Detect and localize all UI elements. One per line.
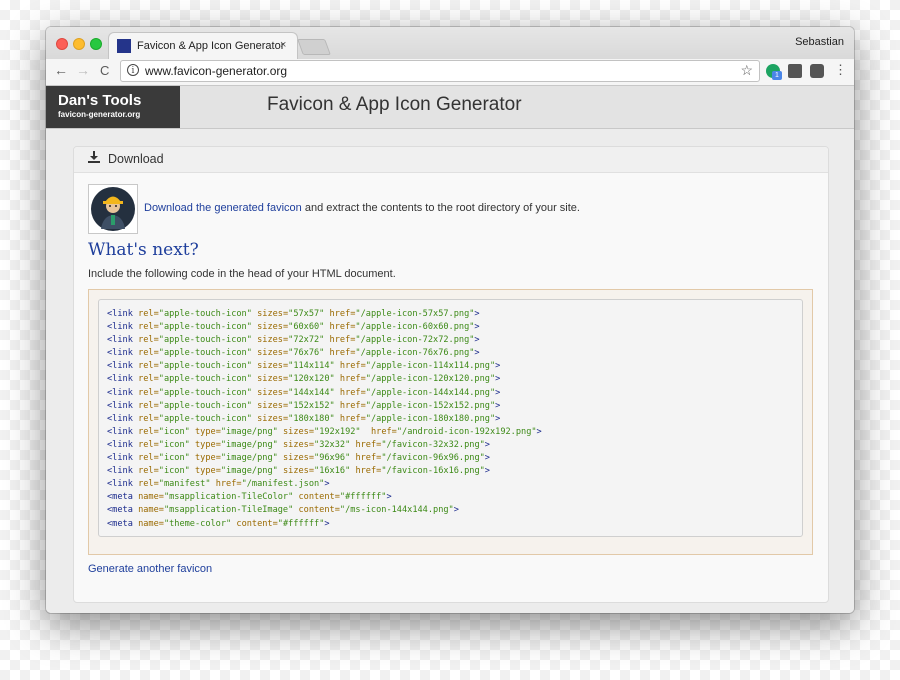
download-icon (88, 151, 100, 166)
site-logo[interactable]: Dan's Tools favicon-generator.org (46, 86, 180, 128)
profile-name[interactable]: Sebastian (795, 36, 844, 48)
code-snippet[interactable]: <link rel="apple-touch-icon" sizes="57x5… (107, 308, 542, 531)
download-favicon-link[interactable]: Download the generated favicon (144, 202, 302, 214)
url-text[interactable]: www.favicon-generator.org (145, 64, 287, 78)
tab-bar: Favicon & App Icon Generator × Sebastian (46, 27, 854, 59)
code-line: <link rel="apple-touch-icon" sizes="57x5… (107, 309, 480, 319)
pocket-extension-icon[interactable] (788, 64, 802, 78)
main-content: Download Download the generated favicon … (46, 129, 854, 613)
forward-icon[interactable]: → (76, 62, 90, 78)
code-line: <link rel="apple-touch-icon" sizes="152x… (107, 400, 501, 411)
avatar-icon (88, 184, 138, 234)
download-instructions: Download the generated favicon and extra… (144, 202, 580, 214)
close-tab-icon[interactable]: × (280, 39, 286, 51)
favicon-icon (117, 39, 131, 53)
zoom-window-button[interactable] (90, 38, 102, 50)
info-icon[interactable]: i (127, 64, 139, 76)
download-instructions-text: and extract the contents to the root dir… (301, 202, 580, 214)
code-line: <link rel="icon" type="image/png" sizes=… (107, 453, 490, 464)
browser-toolbar: ← → C i www.favicon-generator.org ☆ 1 ⋮ (46, 59, 854, 86)
tab-title: Favicon & App Icon Generator (137, 40, 285, 52)
code-line: <meta name="msapplication-TileImage" con… (107, 505, 459, 516)
page-title: Favicon & App Icon Generator (267, 94, 522, 115)
code-line: <link rel="icon" type="image/png" sizes=… (107, 466, 490, 477)
download-panel: Download Download the generated favicon … (73, 146, 829, 603)
close-window-button[interactable] (56, 38, 68, 50)
generate-another-link[interactable]: Generate another favicon (88, 563, 212, 575)
code-line: <link rel="apple-touch-icon" sizes="120x… (107, 374, 501, 385)
back-icon[interactable]: ← (54, 62, 68, 78)
code-line: <link rel="icon" type="image/png" sizes=… (107, 426, 542, 437)
address-bar[interactable]: i www.favicon-generator.org ☆ (120, 60, 760, 82)
code-line: <link rel="apple-touch-icon" sizes="72x7… (107, 335, 480, 346)
tab-favicon-generator[interactable]: Favicon & App Icon Generator × (108, 32, 298, 59)
code-line: <link rel="apple-touch-icon" sizes="76x7… (107, 348, 480, 359)
panel-header-label: Download (108, 152, 164, 166)
minimize-window-button[interactable] (73, 38, 85, 50)
code-line: <link rel="icon" type="image/png" sizes=… (107, 439, 490, 450)
code-line: <meta name="msapplication-TileColor" con… (107, 492, 392, 503)
code-line: <link rel="manifest" href="/manifest.jso… (107, 479, 330, 490)
include-instructions: Include the following code in the head o… (88, 268, 396, 280)
star-icon[interactable]: ☆ (740, 62, 753, 79)
logo-url: favicon-generator.org (58, 110, 141, 119)
logo-name: Dan's Tools (58, 92, 142, 109)
panel-header: Download (74, 147, 828, 173)
code-line: <link rel="apple-touch-icon" sizes="144x… (107, 387, 501, 398)
code-line: <link rel="apple-touch-icon" sizes="114x… (107, 361, 501, 372)
shield-extension-icon[interactable] (810, 64, 824, 78)
new-tab-button[interactable] (297, 39, 331, 55)
code-line: <meta name="theme-color" content="#fffff… (107, 518, 330, 529)
site-header: Dan's Tools favicon-generator.org Favico… (46, 86, 854, 129)
whats-next-heading: What's next? (88, 240, 199, 260)
code-container: <link rel="apple-touch-icon" sizes="57x5… (88, 289, 813, 555)
code-line: <link rel="apple-touch-icon" sizes="180x… (107, 413, 501, 424)
extension-badge: 1 (772, 71, 782, 80)
extension-icon[interactable]: 1 (766, 64, 782, 80)
code-block[interactable]: <link rel="apple-touch-icon" sizes="57x5… (98, 299, 803, 537)
browser-window: Favicon & App Icon Generator × Sebastian… (46, 27, 854, 613)
menu-icon[interactable]: ⋮ (834, 63, 847, 76)
reload-icon[interactable]: C (100, 63, 109, 78)
code-line: <link rel="apple-touch-icon" sizes="60x6… (107, 322, 480, 333)
